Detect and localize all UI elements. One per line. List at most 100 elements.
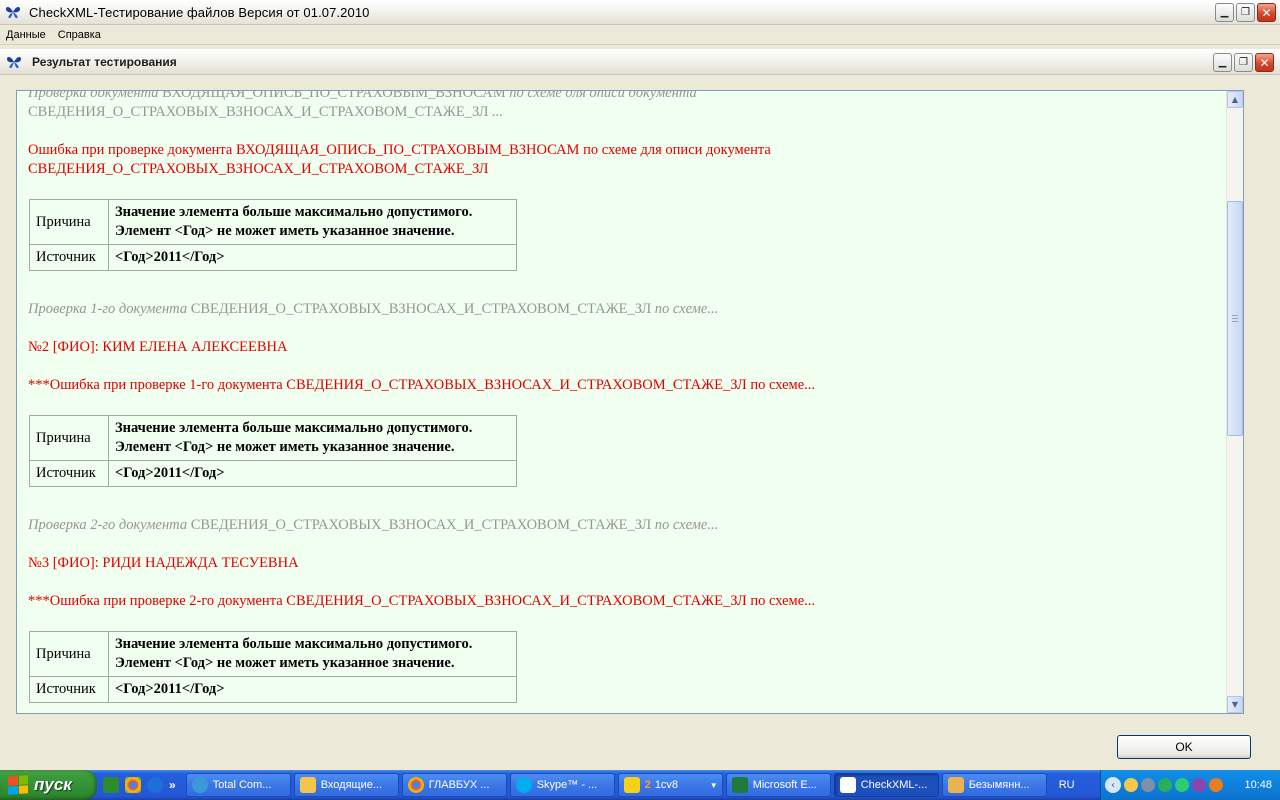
results-window-titlebar[interactable]: Результат тестирования ▁ ❐ ✕ (0, 50, 1280, 75)
source-value: <Год>2011</Год> (115, 681, 225, 697)
reason-label: Причина (30, 416, 109, 460)
quick-launch-app-icon[interactable] (103, 777, 119, 793)
language-indicator[interactable]: RU (1053, 779, 1081, 791)
tray-app-icon[interactable] (1192, 778, 1206, 792)
butterfly-app-icon (6, 7, 20, 19)
report-content: Проверка документа ВХОДЯЩАЯ_ОПИСЬ_ПО_СТР… (17, 91, 1227, 713)
chrome-icon (407, 777, 424, 793)
excel-icon (731, 777, 748, 793)
results-window-controls: ▁ ❐ ✕ (1213, 53, 1274, 72)
error-message: ***Ошибка при проверке 1-го документа СВ… (28, 377, 816, 393)
caret-down-icon: ▼ (709, 780, 718, 790)
menu-bar: Данные Справка (0, 25, 1280, 45)
error-message: ***Ошибка при проверке 2-го документа СВ… (28, 593, 816, 609)
task-list: Total Com... Входящие... ГЛАВБУХ ... Sky… (185, 770, 1047, 800)
task-skype[interactable]: Skype™ - ... (509, 773, 615, 797)
tray-network-icon[interactable] (1141, 778, 1155, 792)
report-line: Проверка документа ВХОДЯЩАЯ_ОПИСЬ_ПО_СТР… (28, 91, 697, 101)
restore-icon: ❐ (1241, 7, 1250, 18)
start-label: пуск (34, 775, 72, 794)
tray-app-icon[interactable] (1124, 778, 1138, 792)
scroll-thumb[interactable] (1227, 201, 1243, 436)
quick-launch: » (97, 770, 182, 800)
app-window-controls: ▁ ❐ ✕ (1215, 3, 1276, 22)
maximize-button[interactable]: ❐ (1236, 3, 1255, 22)
paint-icon (947, 777, 964, 793)
scroll-down-button[interactable]: ▼ (1227, 696, 1243, 713)
menu-data[interactable]: Данные (0, 29, 52, 41)
restore-icon: ❐ (1239, 57, 1248, 68)
minimize-icon: ▁ (1218, 57, 1227, 68)
butterfly-window-icon (7, 57, 21, 69)
report-viewer[interactable]: Проверка документа ВХОДЯЩАЯ_ОПИСЬ_ПО_СТР… (16, 90, 1244, 714)
tray-app-icon[interactable] (1175, 778, 1189, 792)
checkxml-icon (839, 777, 856, 793)
task-paint[interactable]: Безымянн... (941, 773, 1047, 797)
tray-expand-icon[interactable]: ‹ (1105, 777, 1121, 793)
internet-explorer-icon[interactable] (147, 777, 163, 793)
error-details-table: Причина Значение элемента больше максима… (29, 415, 517, 487)
source-label: Источник (30, 677, 109, 702)
scroll-up-button[interactable]: ▲ (1227, 91, 1243, 108)
report-line: Проверка 1-го документа СВЕДЕНИЯ_О_СТРАХ… (28, 301, 719, 317)
menu-help[interactable]: Справка (52, 29, 107, 41)
outlook-icon (299, 777, 316, 793)
source-value: <Год>2011</Год> (115, 465, 225, 481)
table-row: Источник <Год>2011</Год> (30, 677, 516, 702)
results-window-title: Результат тестирования (32, 55, 177, 69)
child-minimize-button[interactable]: ▁ (1213, 53, 1232, 72)
report-line: Проверка 2-го документа СВЕДЕНИЯ_О_СТРАХ… (28, 517, 719, 533)
reason-value: Значение элемента больше максимально доп… (115, 204, 473, 239)
start-button[interactable]: пуск (0, 770, 97, 800)
task-inbox[interactable]: Входящие... (293, 773, 399, 797)
child-close-button[interactable]: ✕ (1255, 53, 1274, 72)
task-excel[interactable]: Microsoft E... (725, 773, 831, 797)
table-row: Причина Значение элемента больше максима… (30, 416, 516, 461)
system-tray: ‹ 10:48 (1100, 770, 1280, 800)
error-details-table: Причина Значение элемента больше максима… (29, 199, 517, 271)
taskbar: пуск » Total Com... Входящие... ГЛАВБУХ … (0, 770, 1280, 800)
error-message: Ошибка при проверке документа ВХОДЯЩАЯ_О… (28, 142, 771, 158)
tray-app-icon[interactable] (1209, 778, 1223, 792)
reason-value: Значение элемента больше максимально доп… (115, 636, 473, 671)
arrow-down-icon: ▼ (1231, 700, 1239, 709)
table-row: Причина Значение элемента больше максима… (30, 632, 516, 677)
close-button[interactable]: ✕ (1257, 3, 1276, 22)
total-commander-icon (191, 777, 208, 793)
ok-button[interactable]: OK (1117, 735, 1251, 759)
chrome-icon[interactable] (125, 777, 141, 793)
arrow-up-icon: ▲ (1231, 95, 1239, 104)
source-label: Источник (30, 245, 109, 270)
app-title: CheckXML-Тестирование файлов Версия от 0… (29, 4, 370, 20)
vertical-scrollbar[interactable]: ▲ ▼ (1226, 91, 1243, 713)
minimize-button[interactable]: ▁ (1215, 3, 1234, 22)
table-row: Причина Значение элемента больше максима… (30, 200, 516, 245)
tray-app-icon[interactable] (1158, 778, 1172, 792)
error-message: СВЕДЕНИЯ_О_СТРАХОВЫХ_ВЗНОСАХ_И_СТРАХОВОМ… (28, 161, 489, 177)
table-row: Источник <Год>2011</Год> (30, 245, 516, 270)
person-header: №2 [ФИО]: КИМ ЕЛЕНА АЛЕКСЕЕВНА (28, 339, 288, 355)
skype-icon (515, 777, 532, 793)
close-icon: ✕ (1259, 55, 1270, 70)
grip-icon (1232, 315, 1238, 322)
clock[interactable]: 10:48 (1244, 779, 1272, 791)
reason-label: Причина (30, 200, 109, 244)
app-titlebar[interactable]: CheckXML-Тестирование файлов Версия от 0… (0, 0, 1280, 25)
reason-label: Причина (30, 632, 109, 676)
task-checkxml[interactable]: CheckXML-... (833, 773, 939, 797)
windows-logo-icon (8, 775, 28, 795)
task-total-commander[interactable]: Total Com... (185, 773, 291, 797)
quick-launch-more-icon[interactable]: » (169, 778, 176, 792)
1c-icon (623, 777, 640, 793)
error-details-table: Причина Значение элемента больше максима… (29, 631, 517, 703)
task-glavbukh[interactable]: ГЛАВБУХ ... (401, 773, 507, 797)
task-1cv8[interactable]: 2 1cv8 ▼ (617, 773, 723, 797)
child-restore-button[interactable]: ❐ (1234, 53, 1253, 72)
source-label: Источник (30, 461, 109, 486)
source-value: <Год>2011</Год> (115, 249, 225, 265)
reason-value: Значение элемента больше максимально доп… (115, 420, 473, 455)
minimize-icon: ▁ (1220, 7, 1229, 18)
table-row: Источник <Год>2011</Год> (30, 461, 516, 486)
close-icon: ✕ (1261, 5, 1272, 20)
results-window: Результат тестирования ▁ ❐ ✕ Проверка до… (0, 49, 1280, 770)
